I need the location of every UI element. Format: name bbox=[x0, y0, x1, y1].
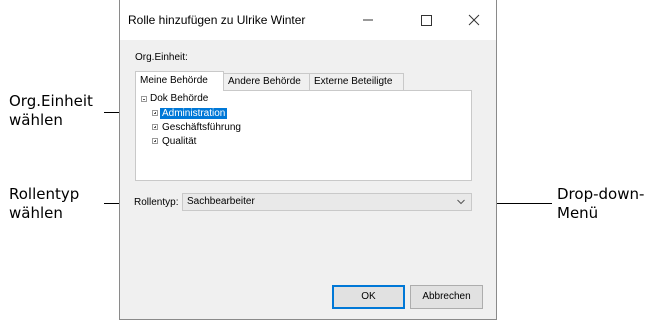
annotation-line: wählen bbox=[9, 111, 63, 129]
tree-item-qualitaet[interactable]: Qualität bbox=[162, 135, 196, 148]
annotation-line: wählen bbox=[9, 204, 63, 222]
annotation-line: Org.Einheit bbox=[9, 92, 93, 110]
ok-button[interactable]: OK bbox=[332, 285, 405, 309]
tab-externe-beteiligte[interactable]: Externe Beteiligte bbox=[309, 73, 404, 90]
role-type-value: Sachbearbeiter bbox=[187, 196, 255, 207]
collapse-icon[interactable] bbox=[141, 96, 147, 102]
close-icon[interactable] bbox=[462, 9, 486, 31]
role-type-label: Rollentyp: bbox=[134, 197, 179, 208]
window-title: Rolle hinzufügen zu Ulrike Winter bbox=[128, 13, 306, 27]
dialog-window: Rolle hinzufügen zu Ulrike Winter Org.Ei… bbox=[119, 0, 497, 320]
tab-meine-behoerde[interactable]: Meine Behörde bbox=[135, 71, 224, 91]
expand-icon[interactable] bbox=[152, 138, 158, 144]
minimize-icon[interactable] bbox=[356, 9, 380, 31]
title-bar: Rolle hinzufügen zu Ulrike Winter bbox=[120, 0, 496, 40]
org-unit-tree[interactable]: Dok Behörde Administration Geschäftsführ… bbox=[135, 90, 472, 181]
chevron-down-icon bbox=[457, 199, 465, 205]
tree-item-label: Administration bbox=[160, 108, 228, 119]
tree-item-root[interactable]: Dok Behörde bbox=[150, 92, 208, 105]
annotation-role-type: Rollentyp wählen bbox=[9, 185, 79, 223]
annotation-line: Rollentyp bbox=[9, 185, 80, 203]
annotation-dropdown: Drop-down- Menü bbox=[557, 185, 644, 223]
cancel-button[interactable]: Abbrechen bbox=[410, 285, 483, 309]
tree-item-geschaeftsfuehrung[interactable]: Geschäftsführung bbox=[162, 121, 241, 134]
org-unit-label: Org.Einheit: bbox=[135, 52, 188, 63]
tab-andere-behoerde[interactable]: Andere Behörde bbox=[223, 73, 310, 90]
tree-item-administration[interactable]: Administration bbox=[160, 107, 228, 120]
maximize-icon[interactable] bbox=[414, 9, 438, 31]
annotation-org-unit: Org.Einheit wählen bbox=[9, 92, 93, 130]
annotation-line: Menü bbox=[557, 204, 599, 222]
annotation-line: Drop-down- bbox=[557, 185, 645, 203]
expand-icon[interactable] bbox=[152, 110, 158, 116]
role-type-select[interactable]: Sachbearbeiter bbox=[182, 193, 472, 211]
expand-icon[interactable] bbox=[152, 124, 158, 130]
